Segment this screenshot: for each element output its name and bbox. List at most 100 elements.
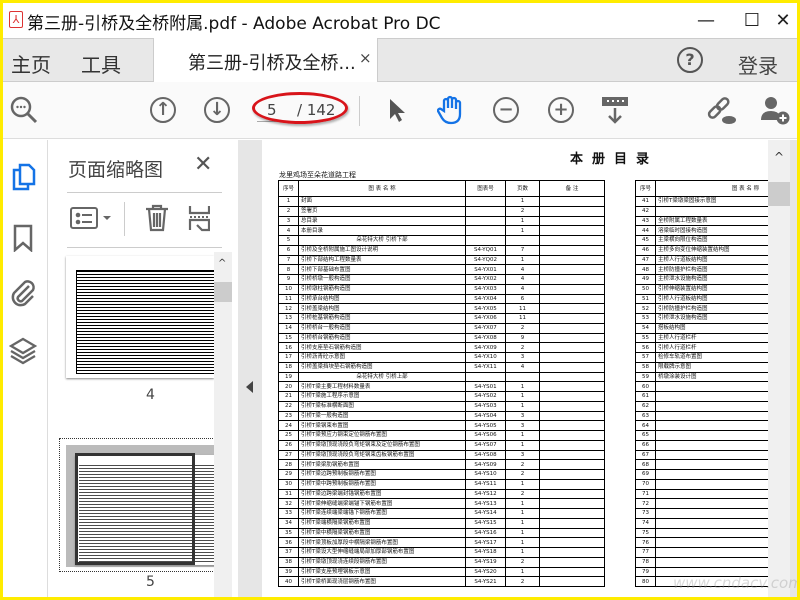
page-count: 2 xyxy=(505,205,540,217)
row-number: 61 xyxy=(635,391,656,402)
thumbnail-page-5-selected[interactable] xyxy=(59,438,220,572)
table-row: 69 xyxy=(635,469,768,480)
remark xyxy=(539,293,605,305)
tab-home[interactable]: 主页 xyxy=(11,49,51,78)
drawing-number xyxy=(465,196,506,207)
drawing-name: 引桥桥台一般构造图 xyxy=(298,322,466,334)
drawing-name: 引桥T梁标准横断面图 xyxy=(298,400,466,412)
row-number: 71 xyxy=(635,488,656,500)
watermark: www.cndacv.com xyxy=(673,574,797,592)
document-view[interactable]: 本册目录 龙里鸡场至朵花道路工程 序号 图 表 名 称 图表号 页数 备 注 1… xyxy=(262,140,768,597)
minimize-button[interactable]: — xyxy=(683,7,729,35)
row-number: 15 xyxy=(278,332,299,344)
fit-page-icon[interactable] xyxy=(599,94,631,126)
row-number: 32 xyxy=(278,498,299,509)
panel-scrollbar[interactable]: ^ xyxy=(214,252,232,597)
table-row: 19 朵花特大桥 引桥上部 xyxy=(278,371,605,383)
drawing-name: 引桥T梁一般构造图 xyxy=(298,410,466,422)
scroll-up-icon[interactable]: ^ xyxy=(218,258,226,269)
document-scrollbar[interactable]: ^ xyxy=(768,140,790,597)
share-link-icon[interactable] xyxy=(705,94,737,126)
row-number: 6 xyxy=(278,244,299,256)
remark xyxy=(539,556,605,568)
thumbnail-page-4[interactable] xyxy=(66,256,214,378)
table-row: 13 引桥桩基钢筋构造图 S4-YX06 11 xyxy=(278,313,605,324)
previous-page-button[interactable]: ↑ xyxy=(147,94,179,126)
row-number: 48 xyxy=(635,264,656,275)
drawing-number: S4-YQ02 xyxy=(465,254,506,266)
zoom-out-button[interactable]: − xyxy=(490,94,522,126)
row-number: 68 xyxy=(635,459,656,470)
table-row: 78 xyxy=(635,556,768,568)
remark xyxy=(539,391,605,402)
drawing-name: 引桥T梁钢束布置图 xyxy=(298,420,466,431)
help-icon[interactable]: ? xyxy=(677,47,703,73)
find-icon[interactable] xyxy=(8,94,40,126)
row-number: 46 xyxy=(635,244,656,256)
select-tool-icon[interactable] xyxy=(381,94,413,126)
collapse-arrow-icon[interactable] xyxy=(246,381,253,393)
drawing-number: S4-YX02 xyxy=(465,274,506,285)
scroll-thumb[interactable] xyxy=(768,182,790,206)
table-row: 2 签署页 2 xyxy=(278,205,605,217)
page-count: 3 xyxy=(505,420,540,431)
table-row: 40 引桥T梁桥面现浇层钢筋布置图 S4-YS21 2 xyxy=(278,576,605,587)
remark xyxy=(539,225,605,236)
drawing-number xyxy=(465,205,506,217)
remark xyxy=(539,322,605,334)
page-thumbnails-icon[interactable] xyxy=(11,162,37,196)
drawing-name: 引桥人行道板结构图 xyxy=(655,293,768,305)
tab-tools[interactable]: 工具 xyxy=(81,49,121,78)
scroll-thumb[interactable] xyxy=(214,282,232,302)
thumbnail-label: 5 xyxy=(146,574,155,590)
bookmarks-icon[interactable] xyxy=(13,224,33,256)
col-header: 图 表 名 称 xyxy=(298,180,466,197)
layers-icon[interactable] xyxy=(8,336,38,370)
row-number: 21 xyxy=(278,391,299,402)
row-number: 55 xyxy=(635,332,656,344)
thumbnail-options-icon[interactable] xyxy=(70,206,114,234)
row-number: 17 xyxy=(278,352,299,363)
drawing-name xyxy=(655,391,768,402)
row-number: 52 xyxy=(635,303,656,314)
row-number: 79 xyxy=(635,566,656,578)
remark xyxy=(539,215,605,227)
close-button[interactable]: ✕ xyxy=(769,7,797,35)
drawing-number: S4-YS07 xyxy=(465,439,506,451)
drawing-name: 引桥T梁梁肋钢筋布置图 xyxy=(298,459,466,470)
page-navigator: / 142 xyxy=(252,92,348,124)
crop-page-icon[interactable] xyxy=(188,203,211,237)
drawing-number xyxy=(465,215,506,227)
row-number: 19 xyxy=(278,371,299,383)
viewport-box[interactable] xyxy=(75,453,195,565)
table-row: 66 xyxy=(635,439,768,451)
panel-collapse-strip[interactable] xyxy=(238,140,262,597)
tab-document[interactable]: 第三册-引桥及全桥... × xyxy=(153,38,378,82)
hand-icon[interactable] xyxy=(435,94,467,126)
table-row: 17 引桥沥青砼示意图 S4-YX10 3 xyxy=(278,352,605,363)
remark xyxy=(539,566,605,578)
row-number: 80 xyxy=(635,576,656,587)
tab-close-icon[interactable]: × xyxy=(359,49,372,67)
panel-close-icon[interactable]: ✕ xyxy=(194,152,212,177)
page-count: 1 xyxy=(505,547,540,558)
attachments-icon[interactable] xyxy=(9,278,37,312)
zoom-in-button[interactable]: + xyxy=(545,94,577,126)
drawing-name xyxy=(655,488,768,500)
table-row: 15 引桥桥台钢筋构造图 S4-YX08 9 xyxy=(278,332,605,344)
row-number: 47 xyxy=(635,254,656,266)
drawing-number: S4-YS08 xyxy=(465,449,506,461)
row-number: 41 xyxy=(635,196,656,207)
add-user-icon[interactable] xyxy=(759,94,791,126)
thumbnail-label: 4 xyxy=(146,387,155,403)
drawing-name: 引桥下部基础布置图 xyxy=(298,264,466,275)
login-button[interactable]: 登录 xyxy=(738,50,778,79)
drawing-name xyxy=(655,439,768,451)
acrobat-window: ⅄ 第三册-引桥及全桥附属.pdf - Adobe Acrobat Pro DC… xyxy=(3,3,797,597)
remark xyxy=(539,517,605,529)
scroll-up-icon[interactable]: ^ xyxy=(774,150,784,164)
acrobat-logo-icon: ⅄ xyxy=(9,11,23,28)
page-count xyxy=(505,371,540,383)
next-page-button[interactable]: ↓ xyxy=(201,94,233,126)
delete-page-icon[interactable] xyxy=(144,203,170,237)
